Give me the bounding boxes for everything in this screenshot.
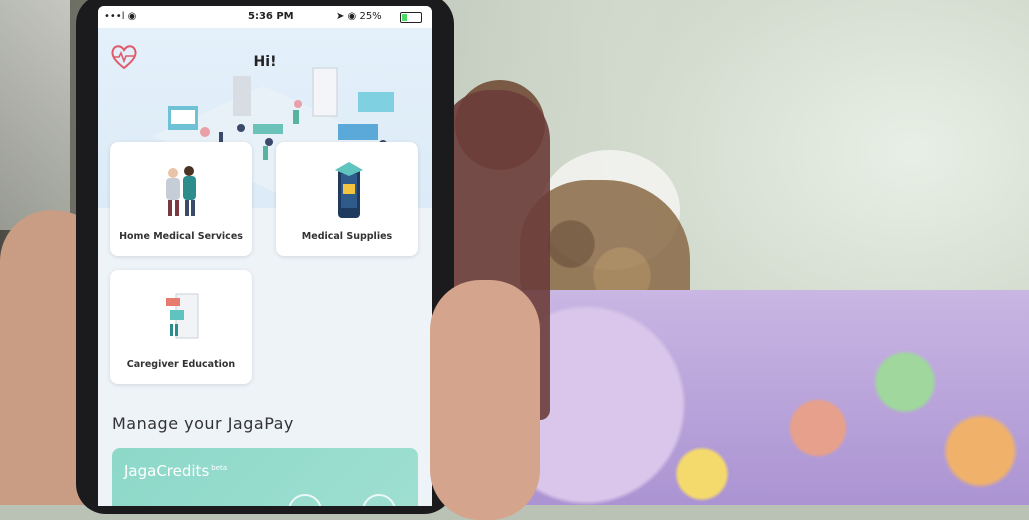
status-time: 5:36 PM bbox=[248, 11, 294, 22]
jagacredits-label: JagaCredits bbox=[124, 462, 210, 480]
doctor-patient-icon bbox=[166, 166, 196, 216]
status-right: ➤ ◉ 25% bbox=[336, 11, 382, 22]
home-medical-services-label: Home Medical Services bbox=[119, 231, 243, 242]
phone-box-icon bbox=[335, 162, 363, 218]
caregiver-education-card[interactable]: Caregiver Education bbox=[110, 270, 252, 384]
beta-badge: beta bbox=[211, 464, 228, 472]
window-light bbox=[0, 0, 70, 230]
holding-thumb bbox=[430, 280, 540, 520]
home-medical-services-card[interactable]: Home Medical Services bbox=[110, 142, 252, 256]
signal-indicator: •••l ◉ bbox=[104, 11, 137, 22]
bed-blanket bbox=[470, 290, 1029, 505]
jagacredits-title: JagaCredits beta bbox=[124, 462, 227, 480]
battery-icon bbox=[400, 12, 422, 23]
caregiver-education-label: Caregiver Education bbox=[126, 359, 236, 370]
section-title: Manage your JagaPay bbox=[112, 414, 294, 433]
jagacredits-card[interactable]: JagaCredits beta bbox=[112, 448, 418, 506]
status-bar: •••l ◉ 5:36 PM ➤ ◉ 25% bbox=[98, 6, 432, 28]
credit-action-icon[interactable] bbox=[288, 494, 322, 506]
app-screen: •••l ◉ 5:36 PM ➤ ◉ 25% Hi! Home Medical … bbox=[98, 6, 432, 506]
medical-supplies-label: Medical Supplies bbox=[301, 231, 393, 242]
credit-action-icon[interactable] bbox=[362, 494, 396, 506]
caregiver-screen-icon bbox=[166, 293, 199, 339]
medical-supplies-card[interactable]: Medical Supplies bbox=[276, 142, 418, 256]
